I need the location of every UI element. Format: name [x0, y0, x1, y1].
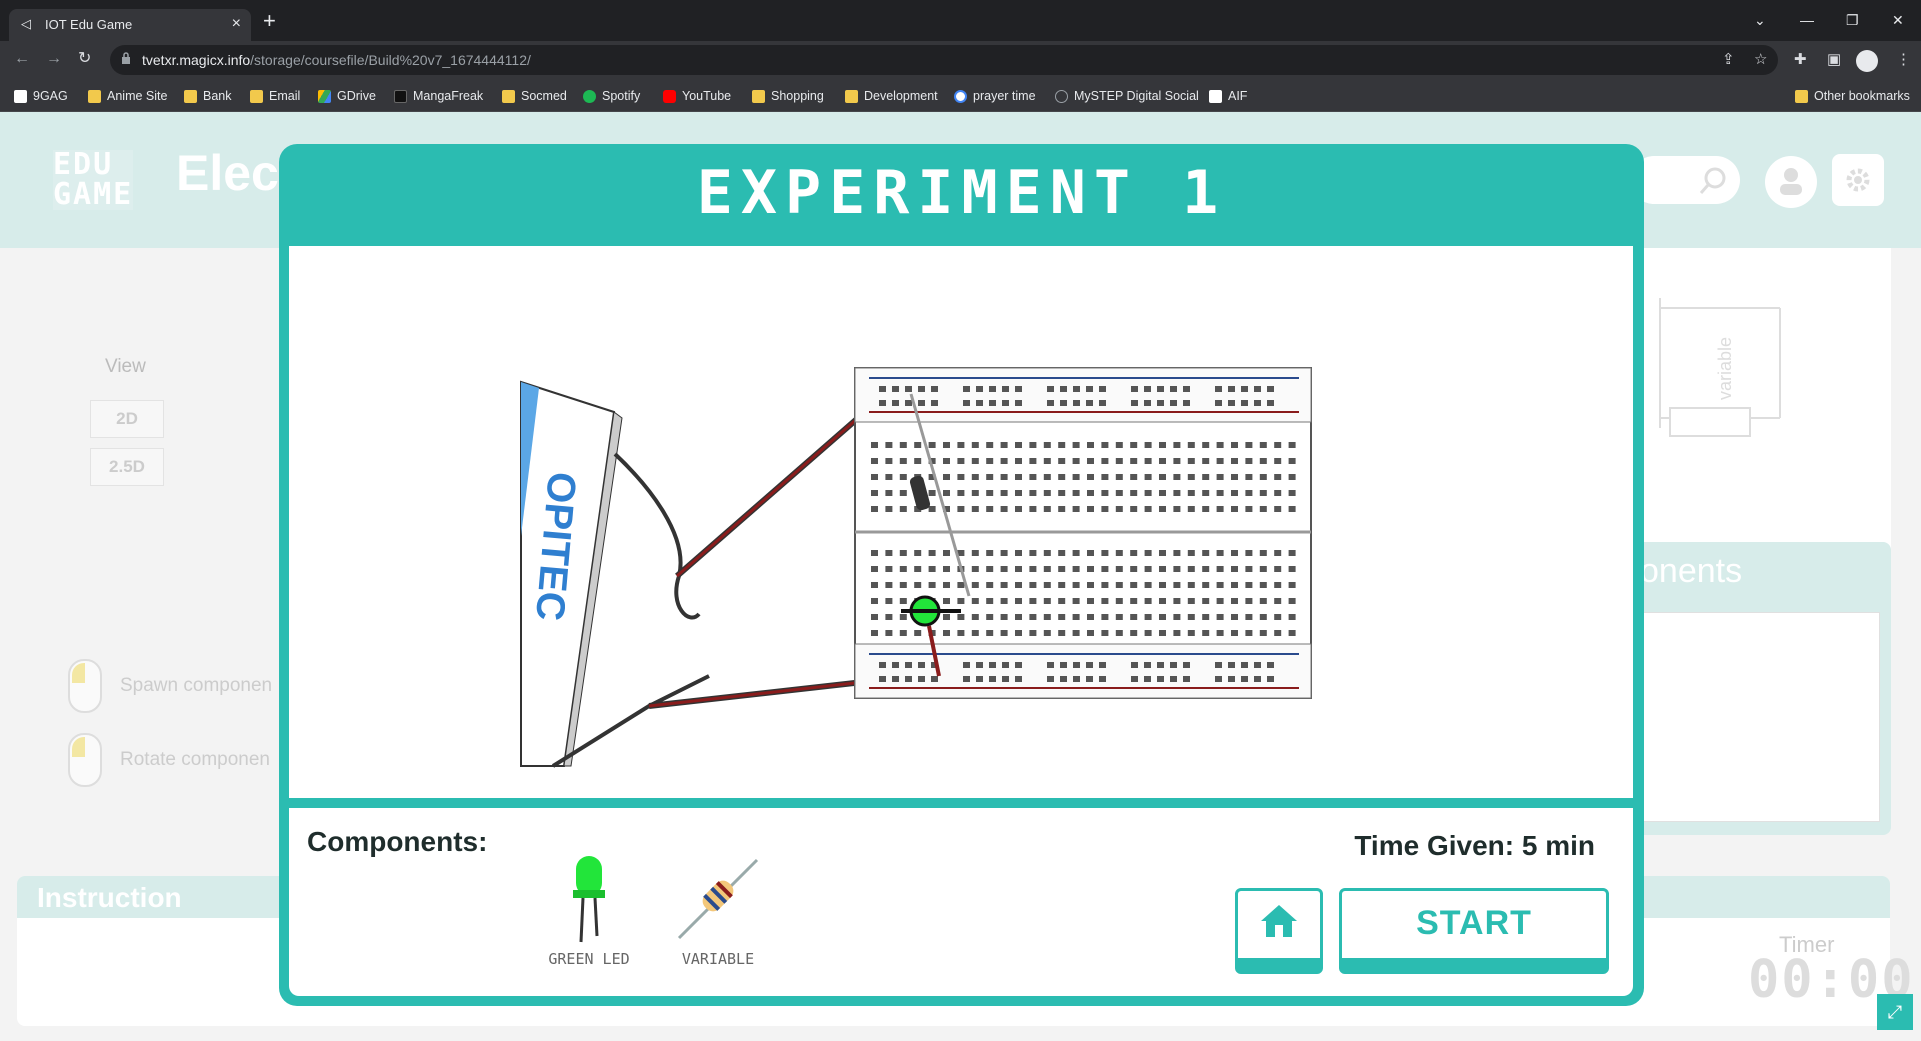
folder-icon [184, 89, 197, 103]
instruction-title: Instruction [37, 882, 182, 913]
component-variable: VARIABLE [663, 848, 773, 968]
user-icon [1780, 168, 1802, 195]
view-25d-button[interactable]: 2.5D [90, 448, 164, 486]
battery-board: OPITEC [520, 380, 623, 767]
component-green-led: GREEN LED [534, 848, 644, 968]
green-led-icon [573, 856, 605, 943]
mangafreak-icon [394, 89, 407, 103]
folder-icon [502, 89, 515, 103]
bookmark-email[interactable]: Email [250, 87, 300, 105]
mouse-left-click-icon [68, 659, 102, 713]
tab-title: IOT Edu Game [45, 17, 133, 32]
aif-icon [1209, 89, 1222, 103]
address-bar[interactable]: tvetxr.magicx.info/storage/coursefile/Bu… [110, 45, 1778, 75]
lock-icon [122, 52, 130, 64]
circuit-preview: OPITEC [289, 246, 1633, 798]
resistor-icon [677, 858, 759, 940]
folder-icon [1795, 89, 1808, 103]
bookmark-socmed[interactable]: Socmed [502, 87, 567, 105]
search-bar[interactable] [1630, 156, 1740, 204]
component-name: VARIABLE [681, 950, 755, 968]
close-tab-icon[interactable]: × [232, 15, 241, 33]
edu-game-logo: EDU GAME [53, 147, 134, 212]
bookmark-prayer-time[interactable]: prayer time [954, 87, 1036, 105]
close-window-icon[interactable]: ✕ [1892, 12, 1904, 29]
bookmark-spotify[interactable]: Spotify [583, 87, 640, 105]
bookmark-9gag[interactable]: 9GAG [14, 87, 68, 105]
back-icon[interactable]: ← [14, 50, 30, 68]
fullscreen-button[interactable]: ⤢ [1877, 994, 1913, 1030]
globe-icon [1055, 89, 1068, 103]
modal-title: EXPERIMENT 1 [696, 158, 1227, 228]
hint-rotate: Rotate componen [68, 733, 270, 787]
components-label: Components: [307, 826, 488, 857]
other-bookmarks[interactable]: Other bookmarks [1795, 87, 1910, 105]
schematic-label: variable [1715, 336, 1736, 401]
youtube-icon [663, 89, 676, 103]
home-icon [1261, 905, 1297, 937]
forward-icon[interactable]: → [46, 50, 62, 68]
view-label: View [105, 356, 146, 377]
folder-icon [845, 89, 858, 103]
extensions-icon[interactable]: ✚ [1794, 52, 1807, 68]
bookmark-star-icon[interactable]: ☆ [1754, 52, 1767, 68]
bookmark-mystep[interactable]: MySTEP Digital Social [1055, 87, 1199, 105]
browser-tabstrip: ◁ IOT Edu Game × + ⌄ — ❐ ✕ [0, 0, 1921, 41]
bookmark-development[interactable]: Development [845, 87, 938, 105]
expand-icon: ⤢ [1887, 1002, 1903, 1022]
google-icon [954, 89, 967, 103]
profile-avatar[interactable] [1856, 50, 1878, 72]
gdrive-icon [318, 89, 331, 103]
reload-icon[interactable]: ↻ [78, 50, 91, 68]
view-2d-button[interactable]: 2D [90, 400, 164, 438]
bookmark-aif[interactable]: AIF [1209, 87, 1247, 105]
folder-icon [752, 89, 765, 103]
tab-search-icon[interactable]: ⌄ [1754, 12, 1766, 29]
new-tab-icon[interactable]: + [263, 10, 276, 32]
experiment-modal: EXPERIMENT 1 OPITEC Components: GREEN LE… [279, 144, 1644, 1006]
url-path: /storage/coursefile/Build%20v7_167444411… [250, 52, 531, 68]
gear-icon [1846, 168, 1870, 192]
url-host: tvetxr.magicx.info [142, 52, 251, 68]
modal-footer: Components: GREEN LED VARIABLE Time Give… [289, 808, 1633, 996]
unity-icon: ◁ [21, 16, 31, 31]
components-list [1640, 612, 1880, 822]
time-given: Time Given: 5 min [1354, 830, 1595, 861]
breadboard [854, 367, 1312, 699]
bookmarks-bar: 9GAG Anime Site Bank Email GDrive MangaF… [0, 79, 1921, 112]
spotify-icon [583, 89, 596, 103]
component-name: GREEN LED [548, 950, 630, 968]
bookmark-youtube[interactable]: YouTube [663, 87, 731, 105]
search-icon [1699, 167, 1726, 194]
restore-icon[interactable]: ❐ [1846, 12, 1859, 29]
breadboard-circuit-image: OPITEC [520, 367, 1312, 768]
folder-icon [88, 89, 101, 103]
minimize-icon[interactable]: — [1800, 12, 1814, 28]
schematic-drawing [1659, 298, 1781, 437]
bookmark-anime-site[interactable]: Anime Site [88, 87, 167, 105]
components-panel-title: onents [1640, 552, 1743, 590]
bookmark-shopping[interactable]: Shopping [752, 87, 824, 105]
sidepanel-icon[interactable]: ▣ [1827, 52, 1841, 68]
bookmark-bank[interactable]: Bank [184, 87, 232, 105]
start-button[interactable]: START [1339, 888, 1609, 974]
app-logo-text: Elec [176, 145, 279, 201]
settings-button[interactable] [1832, 154, 1884, 206]
folder-icon [250, 89, 263, 103]
bookmark-gdrive[interactable]: GDrive [318, 87, 376, 105]
browser-toolbar: ← → ↻ tvetxr.magicx.info/storage/coursef… [0, 41, 1921, 79]
mouse-left-click-icon [68, 733, 102, 787]
home-button[interactable] [1235, 888, 1323, 974]
9gag-icon [14, 89, 27, 103]
share-icon[interactable]: ⇪ [1722, 52, 1735, 68]
hint-spawn: Spawn componen [68, 659, 272, 713]
browser-tab[interactable]: ◁ IOT Edu Game × [9, 9, 251, 41]
user-button[interactable] [1765, 156, 1817, 208]
bookmark-mangafreak[interactable]: MangaFreak [394, 87, 483, 105]
menu-icon[interactable]: ⋮ [1896, 52, 1911, 68]
